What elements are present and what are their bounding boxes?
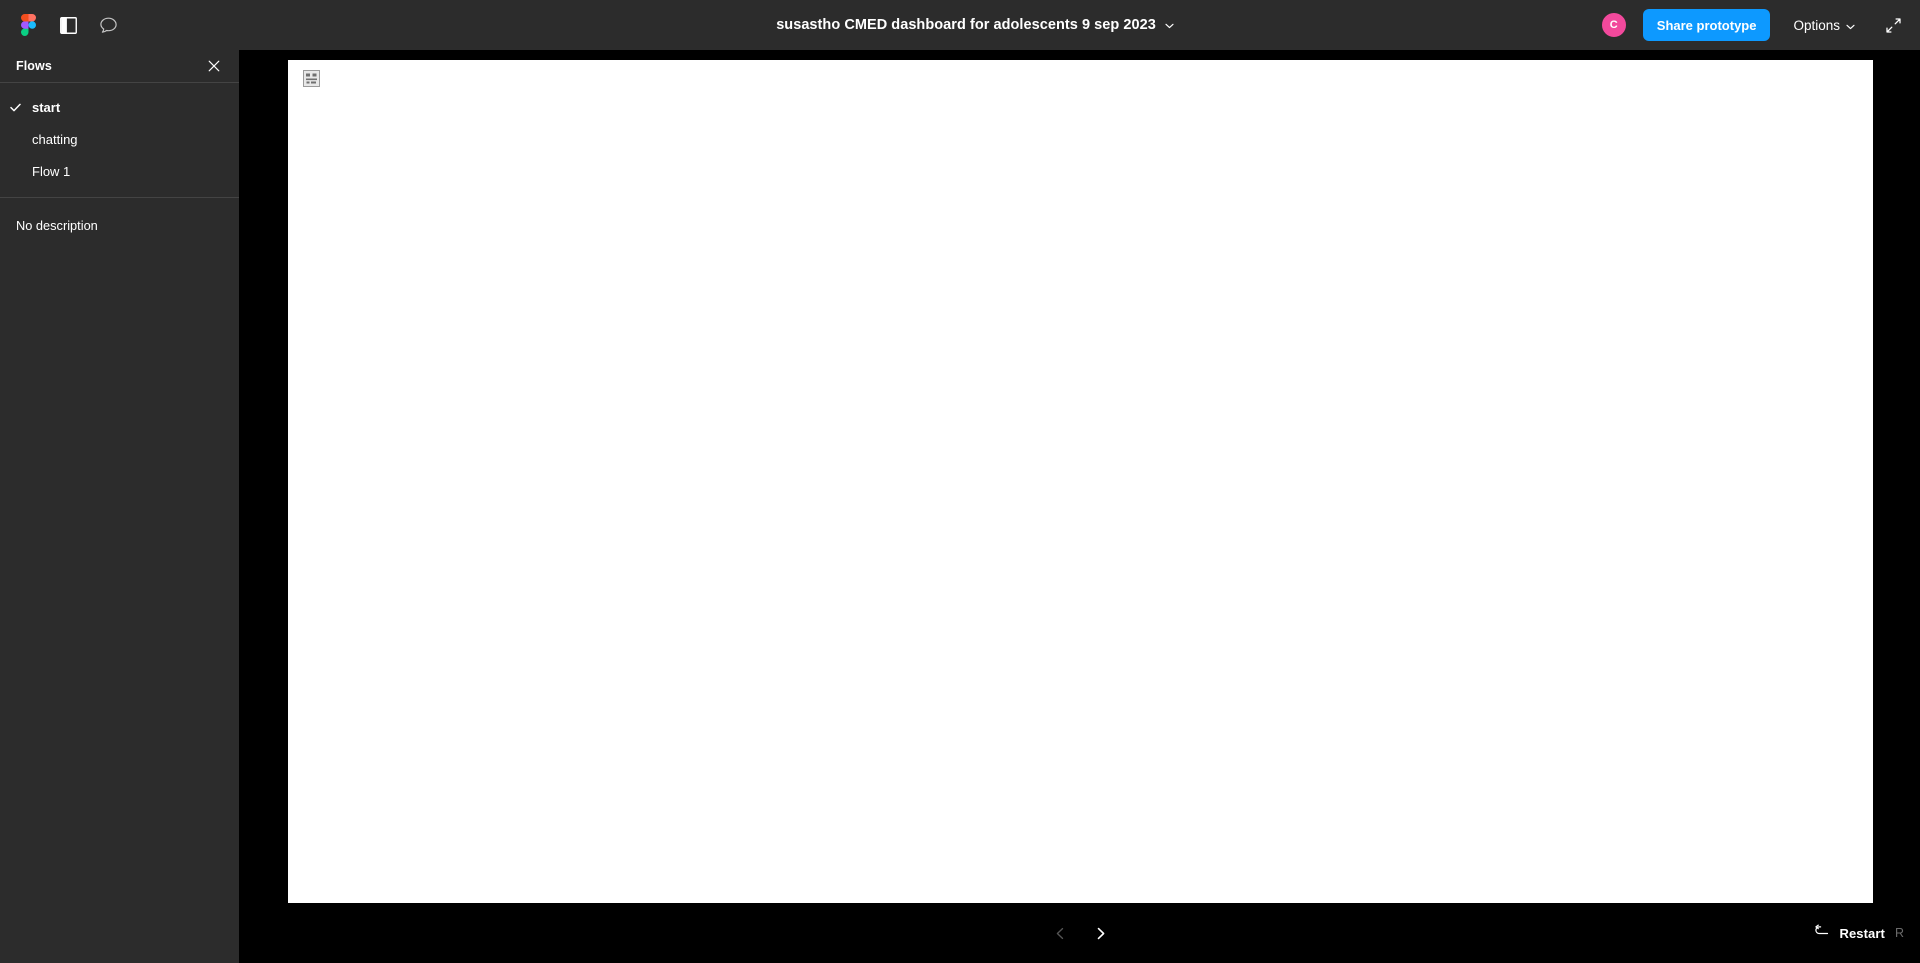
flow-list: start chatting Flow 1 [0,83,239,198]
toolbar-right-group: C Share prototype Options [1600,0,1920,50]
prototype-frame[interactable] [288,60,1873,903]
bottom-toolbar: Restart R [240,903,1920,963]
fullscreen-icon[interactable] [1876,8,1910,42]
sidebar-toggle-icon[interactable] [48,5,88,45]
restart-shortcut: R [1894,926,1904,940]
share-prototype-button[interactable]: Share prototype [1642,9,1771,41]
checkmark-icon [10,103,28,112]
page-title: susastho CMED dashboard for adolescents … [776,17,1156,33]
toolbar-left-group [0,0,128,50]
prototype-viewer-canvas[interactable] [240,50,1920,963]
options-button[interactable]: Options [1784,11,1864,40]
sidebar-item-label: chatting [32,131,78,147]
restart-arrow-icon [1814,924,1829,942]
sidebar-item-label: Flow 1 [32,163,71,179]
restart-button[interactable]: Restart R [1814,903,1904,963]
sidebar-item-chatting[interactable]: chatting [0,123,239,155]
figma-prototype-viewer: susastho CMED dashboard for adolescents … [0,0,1920,963]
comment-icon[interactable] [88,5,128,45]
navigation-controls [240,903,1920,963]
flow-description: No description [16,218,98,233]
sidebar-item-flow-1[interactable]: Flow 1 [0,155,239,187]
sidebar-item-label: start [32,99,61,115]
close-icon[interactable] [203,55,225,77]
options-label: Options [1793,17,1840,33]
document-title-button[interactable]: susastho CMED dashboard for adolescents … [770,12,1180,38]
sidebar-item-start[interactable]: start [0,91,239,123]
sidebar-header: Flows [0,50,239,83]
restart-label: Restart [1839,925,1885,941]
avatar[interactable]: C [1600,12,1627,38]
broken-image-icon [303,70,320,87]
previous-frame-button[interactable] [1043,916,1077,950]
figma-logo-icon[interactable] [8,5,48,45]
flows-sidebar: Flows start chatting Flow 1 No descripti… [0,50,240,963]
sidebar-title: Flows [16,59,52,73]
chevron-down-icon [1846,18,1855,33]
next-frame-button[interactable] [1083,916,1117,950]
top-toolbar: susastho CMED dashboard for adolescents … [0,0,1920,50]
chevron-down-icon [1165,16,1174,34]
